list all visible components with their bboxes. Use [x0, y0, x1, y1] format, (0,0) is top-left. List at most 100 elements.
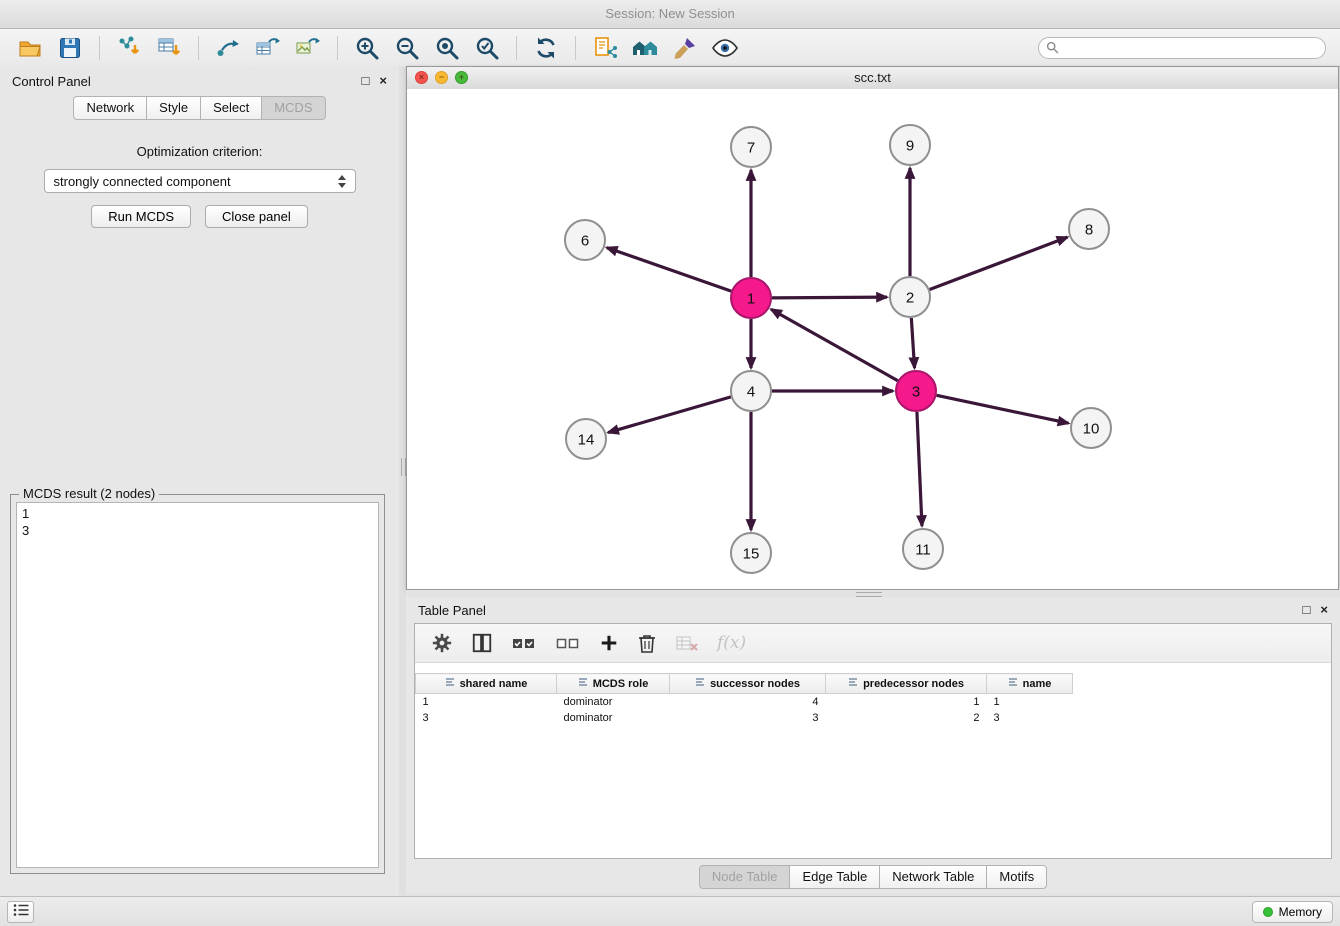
- node-8[interactable]: 8: [1069, 209, 1109, 249]
- zoom-in-icon[interactable]: [349, 33, 385, 63]
- minimize-window-icon[interactable]: −: [435, 71, 448, 84]
- column-header-shared-name[interactable]: shared name: [416, 674, 557, 694]
- tab-edge-table[interactable]: Edge Table: [789, 865, 880, 889]
- edge-2-8[interactable]: [930, 237, 1068, 289]
- horizontal-splitter[interactable]: [406, 590, 1340, 597]
- home-network-icon[interactable]: [627, 33, 663, 63]
- tab-mcds[interactable]: MCDS: [261, 96, 325, 120]
- tab-motifs[interactable]: Motifs: [986, 865, 1047, 889]
- deselect-all-rows-icon[interactable]: [555, 629, 581, 657]
- node-9[interactable]: 9: [890, 125, 930, 165]
- style-brush-icon[interactable]: [667, 33, 703, 63]
- eye-preview-icon[interactable]: [707, 33, 743, 63]
- run-mcds-button[interactable]: Run MCDS: [91, 205, 191, 228]
- edge-1-6[interactable]: [607, 248, 731, 291]
- cell-mcds-role[interactable]: dominator: [557, 710, 670, 726]
- tab-style[interactable]: Style: [146, 96, 201, 120]
- network-window-titlebar[interactable]: × − + scc.txt: [407, 67, 1338, 90]
- cell-mcds-role[interactable]: dominator: [557, 694, 670, 711]
- import-network-icon[interactable]: [111, 33, 147, 63]
- node-label: 4: [747, 383, 755, 400]
- close-panel-button[interactable]: Close panel: [205, 205, 308, 228]
- column-header-icon: [578, 677, 588, 690]
- add-column-icon[interactable]: [599, 629, 619, 657]
- column-header-mcds-role[interactable]: MCDS role: [557, 674, 670, 694]
- column-visibility-icon[interactable]: [471, 629, 493, 657]
- export-image-icon[interactable]: [290, 33, 326, 63]
- column-header-successor-nodes[interactable]: successor nodes: [670, 674, 826, 694]
- import-table-icon[interactable]: [151, 33, 187, 63]
- close-panel-icon[interactable]: ×: [379, 74, 387, 88]
- column-header-label: successor nodes: [710, 678, 800, 690]
- edge-3-1[interactable]: [771, 309, 898, 380]
- node-2[interactable]: 2: [890, 277, 930, 317]
- node-7[interactable]: 7: [731, 127, 771, 167]
- result-item[interactable]: 1: [22, 505, 373, 522]
- select-all-rows-icon[interactable]: [511, 629, 537, 657]
- table-row[interactable]: 3dominator323: [416, 710, 1073, 726]
- tab-select[interactable]: Select: [200, 96, 262, 120]
- mcds-result-list[interactable]: 13: [16, 502, 379, 868]
- tab-network-table[interactable]: Network Table: [879, 865, 987, 889]
- vertical-splitter[interactable]: [399, 66, 406, 896]
- optimization-dropdown[interactable]: strongly connected component: [44, 169, 356, 193]
- show-panel-button[interactable]: [7, 901, 34, 923]
- node-15[interactable]: 15: [731, 533, 771, 573]
- zoom-selected-icon[interactable]: [469, 33, 505, 63]
- float-panel-icon[interactable]: □: [362, 74, 370, 88]
- close-table-panel-icon[interactable]: ×: [1320, 603, 1328, 617]
- cell-successor-nodes[interactable]: 3: [670, 710, 826, 726]
- edge-4-14[interactable]: [608, 397, 731, 433]
- close-window-icon[interactable]: ×: [415, 71, 428, 84]
- export-table-icon[interactable]: [250, 33, 286, 63]
- column-header-content: predecessor nodes: [826, 677, 986, 690]
- float-table-panel-icon[interactable]: □: [1303, 603, 1311, 617]
- save-session-icon[interactable]: [52, 33, 88, 63]
- node-6[interactable]: 6: [565, 220, 605, 260]
- column-header-label: name: [1023, 678, 1052, 690]
- optimization-label: Optimization criterion:: [0, 144, 399, 159]
- column-header-predecessor-nodes[interactable]: predecessor nodes: [826, 674, 987, 694]
- tab-network[interactable]: Network: [73, 96, 147, 120]
- memory-label: Memory: [1279, 905, 1322, 919]
- document-share-icon[interactable]: [587, 33, 623, 63]
- node-1[interactable]: 1: [731, 278, 771, 318]
- memory-button[interactable]: Memory: [1252, 901, 1333, 923]
- cell-predecessor-nodes[interactable]: 2: [826, 710, 987, 726]
- node-11[interactable]: 11: [903, 529, 943, 569]
- cell-successor-nodes[interactable]: 4: [670, 694, 826, 711]
- node-3[interactable]: 3: [896, 371, 936, 411]
- status-bar: Memory: [0, 896, 1340, 926]
- zoom-out-icon[interactable]: [389, 33, 425, 63]
- node-label: 10: [1083, 420, 1100, 437]
- node-4[interactable]: 4: [731, 371, 771, 411]
- edge-3-10[interactable]: [937, 395, 1069, 423]
- edge-2-3[interactable]: [911, 318, 914, 368]
- open-session-icon[interactable]: [12, 33, 48, 63]
- cell-shared-name[interactable]: 3: [416, 710, 557, 726]
- cell-name[interactable]: 1: [987, 694, 1073, 711]
- search-box: [1038, 37, 1326, 59]
- node-14[interactable]: 14: [566, 419, 606, 459]
- column-header-name[interactable]: name: [987, 674, 1073, 694]
- node-10[interactable]: 10: [1071, 408, 1111, 448]
- cell-name[interactable]: 3: [987, 710, 1073, 726]
- maximize-window-icon[interactable]: +: [455, 71, 468, 84]
- settings-gear-icon[interactable]: [431, 629, 453, 657]
- network-canvas[interactable]: 7 9 6 8 1 2 4 3 14 10 15 11: [407, 89, 1338, 589]
- export-network-icon[interactable]: [210, 33, 246, 63]
- list-icon: [13, 903, 29, 920]
- delete-column-icon[interactable]: [637, 629, 657, 657]
- cell-shared-name[interactable]: 1: [416, 694, 557, 711]
- refresh-layout-icon[interactable]: [528, 33, 564, 63]
- edge-1-2[interactable]: [772, 297, 887, 298]
- search-input[interactable]: [1038, 37, 1326, 59]
- zoom-fit-icon[interactable]: [429, 33, 465, 63]
- window-titlebar[interactable]: Session: New Session: [0, 0, 1340, 29]
- table-row[interactable]: 1dominator411: [416, 694, 1073, 711]
- cell-predecessor-nodes[interactable]: 1: [826, 694, 987, 711]
- tab-node-table[interactable]: Node Table: [699, 865, 791, 889]
- edge-3-11[interactable]: [917, 412, 922, 526]
- table-body: 1dominator4113dominator323: [416, 694, 1073, 727]
- result-item[interactable]: 3: [22, 522, 373, 539]
